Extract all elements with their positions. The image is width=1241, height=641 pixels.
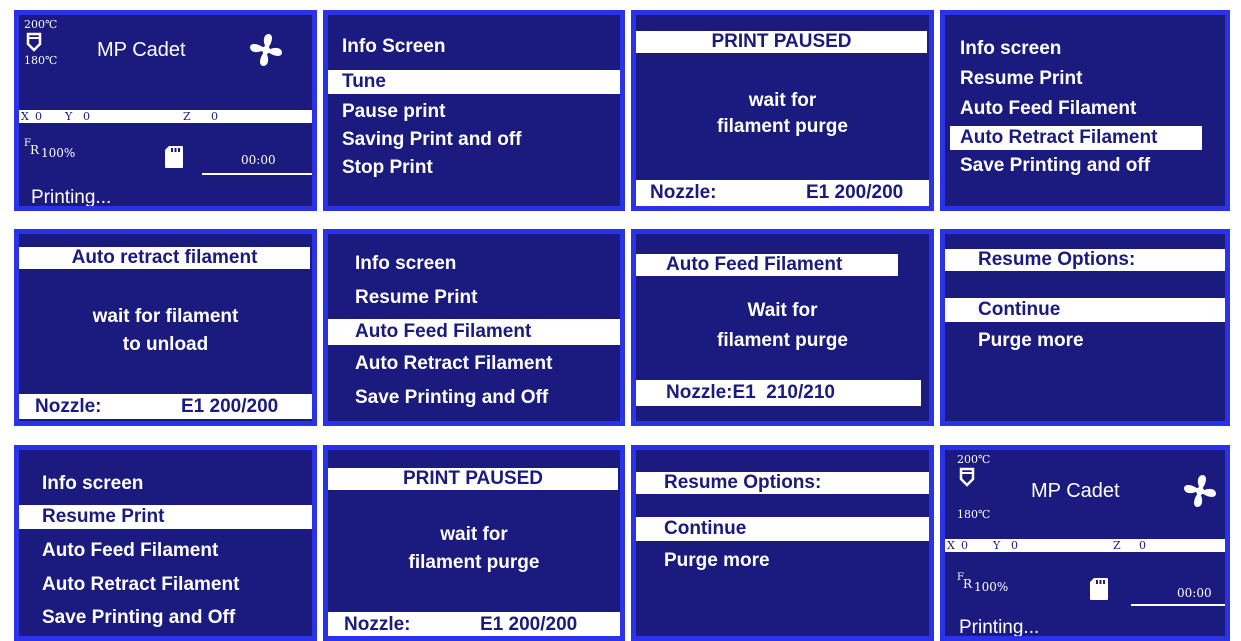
menu-item-save-printing-off[interactable]: Save Printing and Off xyxy=(42,607,235,629)
auto-feed-screen: Auto Feed Filament Wait for filament pur… xyxy=(631,229,934,426)
feedrate-value: 100% xyxy=(41,146,76,160)
nozzle-value: E1 200/200 xyxy=(181,396,279,417)
nozzle-icon xyxy=(959,467,975,487)
fan-icon xyxy=(247,31,285,69)
nozzle-value: E1 200/200 xyxy=(806,182,904,203)
z-value: 0 xyxy=(211,110,218,123)
progress-bar xyxy=(202,173,312,175)
print-paused-screen-2: PRINT PAUSED wait for filament purge Noz… xyxy=(323,445,625,641)
y-label: Y xyxy=(65,110,73,123)
menu-item-info-screen[interactable]: Info screen xyxy=(960,38,1061,60)
resume-options-screen-2: Resume Options: Continue Purge more xyxy=(631,445,934,641)
nozzle-label: Nozzle: xyxy=(35,396,102,417)
printer-name: MP Cadet xyxy=(1031,480,1120,502)
nozzle-status: Nozzle:E1 210/210 xyxy=(636,380,921,406)
y-label: Y xyxy=(993,539,1001,552)
menu-item-tune[interactable]: Tune xyxy=(328,70,620,94)
menu-item-resume-print[interactable]: Resume Print xyxy=(355,287,477,309)
option-purge-more[interactable]: Purge more xyxy=(978,330,1084,352)
printer-name: MP Cadet xyxy=(97,39,186,61)
resume-title: Resume Options: xyxy=(636,472,929,494)
nozzle-status: Nozzle: E1 200/200 xyxy=(19,394,312,419)
fan-icon xyxy=(1181,472,1219,510)
status-screen-1: 200℃ 180℃ MP Cadet X 0 Y 0 Z 0 F R 100% … xyxy=(14,10,317,211)
status-text: Printing... xyxy=(31,187,112,208)
option-purge-more[interactable]: Purge more xyxy=(664,550,770,572)
feedrate-r: R xyxy=(30,143,40,157)
feedrate-r: R xyxy=(963,577,973,591)
sd-card-icon xyxy=(1089,577,1109,601)
retract-title: Auto retract filament xyxy=(19,247,310,269)
menu-item-stop-print[interactable]: Stop Print xyxy=(342,157,433,179)
axis-bar: X 0 Y 0 Z 0 xyxy=(19,110,312,123)
nozzle-temp-target: 200℃ xyxy=(24,18,58,31)
option-continue[interactable]: Continue xyxy=(945,298,1225,322)
y-value: 0 xyxy=(83,110,90,123)
nozzle-icon xyxy=(26,32,42,52)
paused-message-line1: wait for xyxy=(440,524,508,545)
filament-menu-screen-3: Info screen Resume Print Auto Feed Filam… xyxy=(14,445,317,641)
progress-bar xyxy=(1131,604,1225,606)
z-label: Z xyxy=(1113,539,1121,552)
sd-card-icon xyxy=(164,145,184,169)
paused-message-line1: wait for xyxy=(748,90,817,111)
paused-message-line2: filament purge xyxy=(717,116,848,137)
menu-item-auto-feed[interactable]: Auto Feed Filament xyxy=(328,319,620,345)
nozzle-label: Nozzle: xyxy=(344,614,411,635)
nozzle-temp-current: 180℃ xyxy=(957,508,991,521)
menu-item-save-printing-off[interactable]: Save Printing and Off xyxy=(355,387,548,409)
menu-item-pause-print[interactable]: Pause print xyxy=(342,101,445,123)
menu-item-auto-retract[interactable]: Auto Retract Filament xyxy=(42,574,239,596)
z-label: Z xyxy=(183,110,191,123)
menu-item-info-screen[interactable]: Info screen xyxy=(42,473,143,495)
feedrate-value: 100% xyxy=(974,580,1009,594)
feed-message-line1: Wait for xyxy=(747,300,818,321)
filament-menu-screen-2: Info screen Resume Print Auto Feed Filam… xyxy=(323,229,625,426)
retract-message-line2: to unload xyxy=(122,334,209,355)
feed-title: Auto Feed Filament xyxy=(636,254,898,276)
nozzle-temp-target: 200℃ xyxy=(957,453,991,466)
axis-bar: X 0 Y 0 Z 0 xyxy=(945,539,1225,552)
feed-message-line2: filament purge xyxy=(717,330,848,351)
menu-item-auto-retract[interactable]: Auto Retract Filament xyxy=(355,353,552,375)
print-time: 00:00 xyxy=(241,153,276,167)
paused-title: PRINT PAUSED xyxy=(636,31,927,53)
y-value: 0 xyxy=(1011,539,1018,552)
status-screen-2: 200℃ 180℃ MP Cadet X 0 Y 0 Z 0 F R 100% … xyxy=(940,445,1230,641)
menu-item-save-printing-off[interactable]: Save Printing and off xyxy=(960,155,1150,177)
nozzle-value: E1 200/200 xyxy=(480,614,578,635)
menu-item-auto-retract[interactable]: Auto Retract Filament xyxy=(950,126,1202,150)
print-time: 00:00 xyxy=(1177,586,1212,600)
menu-item-resume-print[interactable]: Resume Print xyxy=(19,505,312,529)
nozzle-status: Nozzle: E1 200/200 xyxy=(636,180,929,206)
option-continue[interactable]: Continue xyxy=(636,517,929,541)
nozzle-label: Nozzle: xyxy=(650,182,717,203)
menu-title: Info Screen xyxy=(342,36,446,57)
x-value: 0 xyxy=(35,110,42,123)
nozzle-temp-current: 180℃ xyxy=(24,54,58,67)
menu-item-auto-feed[interactable]: Auto Feed Filament xyxy=(42,540,218,562)
nozzle-status: Nozzle: E1 200/200 xyxy=(328,612,620,636)
x-label: X xyxy=(21,110,29,123)
menu-item-auto-feed[interactable]: Auto Feed Filament xyxy=(960,98,1136,120)
paused-message-line2: filament purge xyxy=(408,552,540,573)
info-menu-screen: Info Screen Tune Pause print Saving Prin… xyxy=(323,10,625,211)
filament-menu-screen-1: Info screen Resume Print Auto Feed Filam… xyxy=(940,10,1230,211)
z-value: 0 xyxy=(1139,539,1146,552)
retract-message-line1: wait for filament xyxy=(92,306,239,327)
resume-options-screen-1: Resume Options: Continue Purge more xyxy=(940,229,1230,426)
print-paused-screen-1: PRINT PAUSED wait for filament purge Noz… xyxy=(631,10,934,211)
resume-title: Resume Options: xyxy=(945,249,1225,271)
paused-title: PRINT PAUSED xyxy=(328,468,618,490)
x-label: X xyxy=(947,539,955,552)
menu-item-resume-print[interactable]: Resume Print xyxy=(960,68,1082,90)
x-value: 0 xyxy=(961,539,968,552)
menu-item-info-screen[interactable]: Info screen xyxy=(355,253,456,275)
status-text: Printing... xyxy=(959,617,1040,638)
auto-retract-screen: Auto retract filament wait for filament … xyxy=(14,229,317,426)
menu-item-saving-print-off[interactable]: Saving Print and off xyxy=(342,129,521,151)
